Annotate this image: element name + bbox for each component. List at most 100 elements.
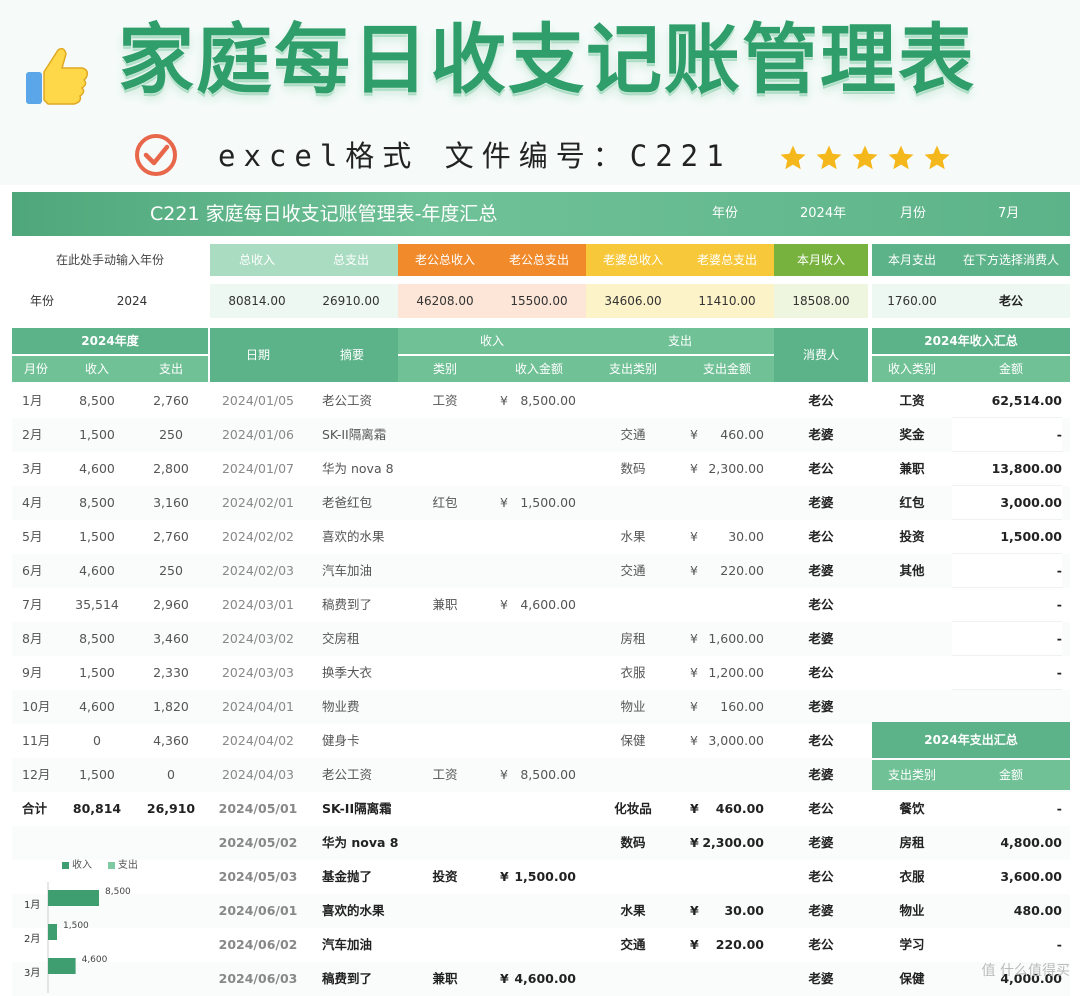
- ledger-expense-type: [586, 860, 680, 894]
- ledger-income-type: [398, 656, 492, 690]
- wife-expense-header: 老婆总支出: [680, 244, 774, 276]
- income-summary-type: [872, 622, 952, 656]
- ledger-expense-amount: 160.00: [720, 699, 764, 714]
- yearly-expense: 2,760: [153, 393, 189, 408]
- ledger-summary: 基金抛了: [322, 869, 373, 884]
- yearly-col-expense: 支出: [134, 356, 208, 382]
- ledger-person: 老公: [808, 393, 834, 408]
- income-summary-amount: 1,500.00: [952, 520, 1062, 554]
- yearly-income: 1,500: [79, 665, 115, 680]
- yearly-month: 12月: [22, 767, 51, 782]
- ledger-expense-amount: 220.00: [720, 563, 764, 578]
- ledger-expense-amount: 460.00: [715, 801, 764, 816]
- ledger-expense-type: 化妆品: [614, 801, 652, 816]
- ledger-expense-amount: 220.00: [715, 937, 764, 952]
- income-summary-amount: -: [952, 554, 1062, 588]
- yearly-month: 4月: [22, 495, 43, 510]
- ledger-expense-type: [586, 962, 680, 996]
- ledger-expense-type: 物业: [620, 699, 646, 714]
- husband-income-header: 老公总收入: [398, 244, 492, 276]
- month-income-value: 18508.00: [774, 284, 868, 318]
- income-summary-amount: -: [952, 418, 1062, 452]
- select-person-header: 在下方选择消费人: [952, 244, 1070, 276]
- yearly-col-income: 收入: [60, 356, 134, 382]
- ledger-summary: 老爸红包: [322, 495, 373, 510]
- expense-summary-type: 餐饮: [899, 801, 925, 816]
- yearly-expense: 250: [159, 563, 183, 578]
- yearly-month: 3月: [22, 461, 43, 476]
- ledger-date: 2024/01/07: [221, 461, 295, 476]
- month-income-header: 本月收入: [774, 244, 868, 276]
- ledger-summary: 交房租: [322, 631, 360, 646]
- ledger-income-type: [398, 520, 492, 554]
- chart-data-label: 1,500: [63, 921, 89, 931]
- ledger-col-income: 收入: [398, 328, 586, 354]
- ledger-person: 老公: [808, 597, 834, 612]
- ledger-summary: 喜欢的水果: [322, 529, 385, 544]
- ledger-col-expense-type: 支出类别: [586, 356, 680, 382]
- table-row: 5月 1,500 2,760 2024/02/02 喜欢的水果 水果 ¥30.00 老公 投资 1…: [12, 520, 1070, 554]
- yearly-income: 1,500: [79, 427, 115, 442]
- yearly-month: 1月: [22, 393, 43, 408]
- watermark: 值 什么值得买: [981, 963, 1070, 979]
- yearly-month: 10月: [22, 699, 51, 714]
- ledger-expense-type: [586, 588, 680, 622]
- income-summary-type: [872, 588, 952, 622]
- star-icon: [888, 145, 914, 170]
- ledger-income-type: [398, 418, 492, 452]
- total-expense-value: 26910.00: [304, 284, 398, 318]
- ledger-expense-type: 交通: [620, 937, 646, 952]
- ledger-date: 2024/05/02: [218, 835, 298, 850]
- total-income-value: 80814.00: [210, 284, 304, 318]
- table-row: 4月 8,500 3,160 2024/02/01 老爸红包 红包 ¥1,500.00 老婆红…: [12, 486, 1070, 520]
- month-value[interactable]: 7月: [998, 192, 1019, 236]
- yearly-total-label: 合计: [22, 801, 48, 816]
- ledger-income-type: [398, 894, 492, 928]
- person-select[interactable]: 老公: [952, 284, 1070, 318]
- ledger-income-type: 工资: [432, 767, 458, 782]
- table-row: 1月 8,500 2,760 2024/01/05 老公工资 工资 ¥8,500.00 老公工…: [12, 384, 1070, 418]
- rating-stars: [778, 143, 958, 177]
- ledger-date: 2024/04/01: [221, 699, 295, 714]
- year-field-label: 年份: [29, 294, 54, 308]
- ledger-income-type: [398, 928, 492, 962]
- yearly-expense: 3,160: [153, 495, 189, 510]
- ledger-income-type: [398, 554, 492, 588]
- ledger-income-type: 兼职: [432, 597, 458, 612]
- chart-data-label: 4,600: [82, 955, 108, 965]
- ledger-expense-amount: 1,200.00: [708, 665, 764, 680]
- year-value[interactable]: 2024年: [800, 192, 846, 236]
- ledger-expense-amount: 30.00: [724, 903, 764, 918]
- income-summary-amount: 13,800.00: [952, 452, 1062, 486]
- ledger-income-type: 投资: [432, 869, 458, 884]
- ledger-income-type: 工资: [432, 393, 458, 408]
- ledger-expense-type: 水果: [620, 903, 646, 918]
- ledger-person: 老婆: [808, 903, 834, 918]
- ledger-summary: 老公工资: [322, 393, 373, 408]
- yearly-month: 7月: [22, 597, 43, 612]
- ledger-expense-type: 房租: [620, 631, 646, 646]
- ledger-expense-amount: 460.00: [720, 427, 764, 442]
- banner-title: 家庭每日收支记账管理表: [118, 15, 976, 104]
- expense-summary-type: 保健: [899, 971, 925, 986]
- yearly-expense: 3,460: [153, 631, 189, 646]
- ledger-date: 2024/02/01: [221, 495, 295, 510]
- ledger-person: 老婆: [808, 767, 834, 782]
- ledger-summary: 稿费到了: [322, 971, 373, 986]
- ledger-col-summary: 摘要: [306, 328, 398, 382]
- yearly-income: 1,500: [79, 529, 115, 544]
- ledger-income-amount: 8,500.00: [520, 393, 576, 408]
- table-row: 9月 1,500 2,330 2024/03/03 换季大衣 衣服 ¥1,200.00 老公 -: [12, 656, 1070, 690]
- expense-summary-type: 房租: [899, 835, 925, 850]
- ledger-expense-type: [586, 486, 680, 520]
- ledger-person: 老公: [808, 869, 834, 884]
- year-label: 年份: [712, 206, 739, 221]
- year-input[interactable]: 2024: [72, 284, 192, 318]
- ledger-person: 老婆: [808, 495, 834, 510]
- legend-label-expense: 支出: [117, 860, 138, 871]
- income-summary-amount: -: [952, 656, 1062, 690]
- income-summary-amount: -: [952, 588, 1062, 622]
- ledger-date: 2024/04/03: [221, 767, 295, 782]
- chart-category-label: 2月: [24, 933, 40, 945]
- ledger-col-income-type: 类别: [398, 356, 492, 382]
